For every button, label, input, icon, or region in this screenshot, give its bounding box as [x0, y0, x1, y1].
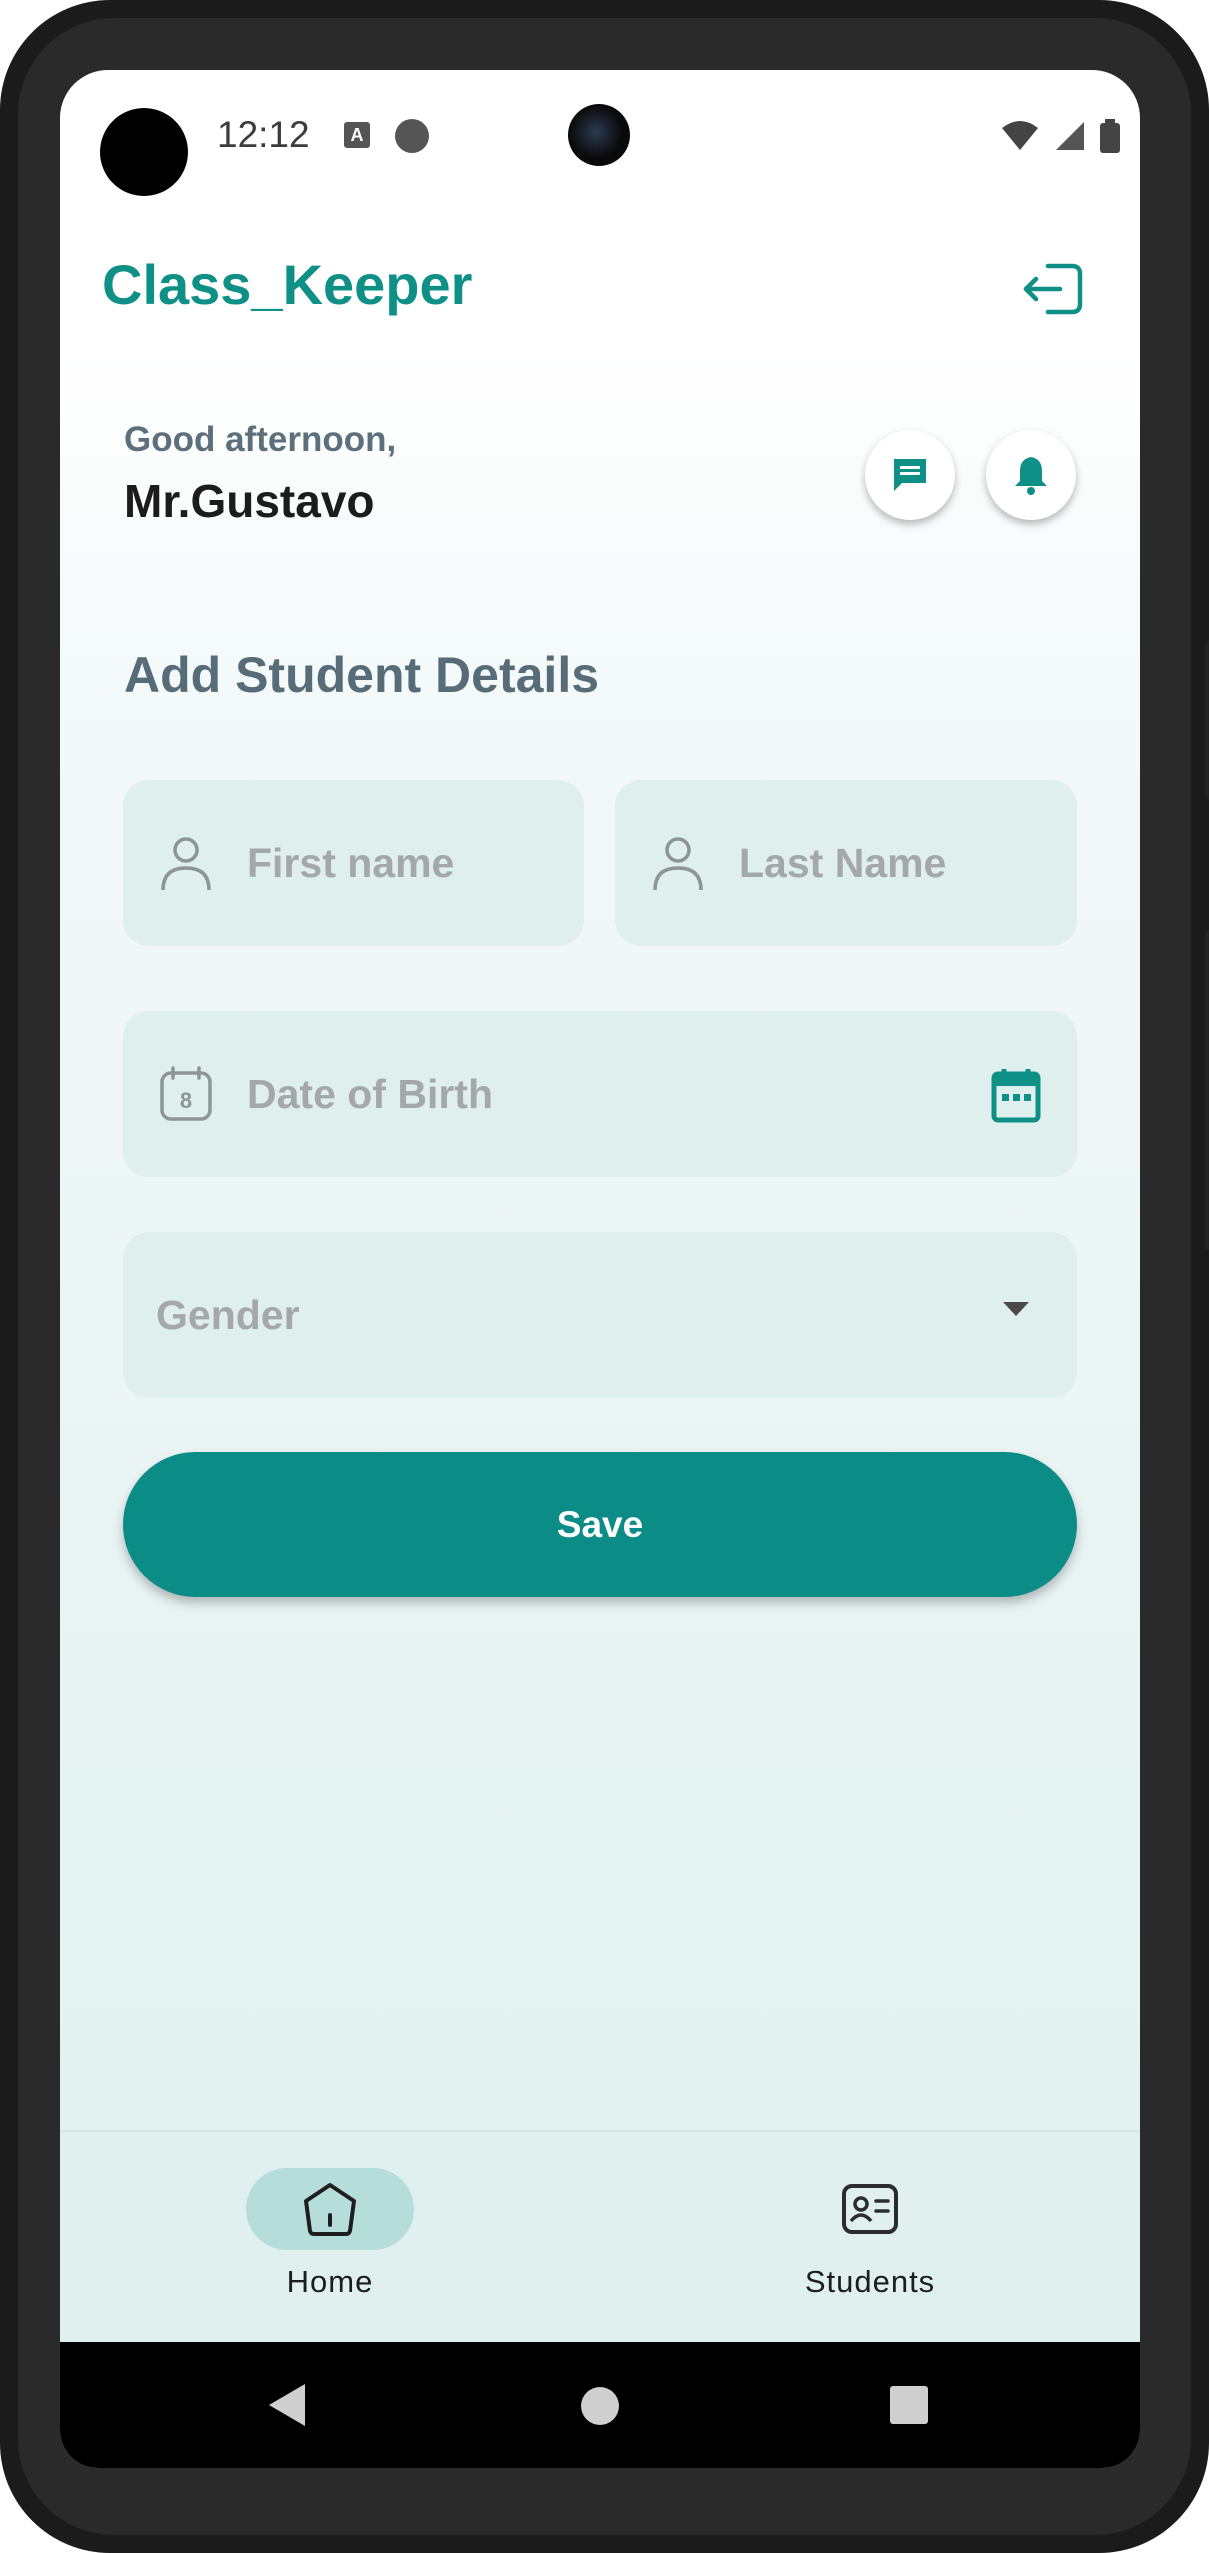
system-navigation-bar: [60, 2342, 1140, 2468]
signal-icon: [1056, 122, 1084, 150]
first-name-placeholder: First name: [247, 839, 455, 886]
date-of-birth-placeholder: Date of Birth: [247, 1070, 493, 1117]
home-icon: [304, 2183, 356, 2236]
wifi-icon: [1002, 121, 1038, 150]
nav-active-indicator: [246, 2168, 414, 2250]
calendar-picker-icon[interactable]: [991, 1067, 1041, 1128]
notification-a-icon: A: [344, 122, 370, 148]
logout-button[interactable]: [1020, 254, 1090, 324]
app-title: Class_Keeper: [102, 253, 473, 316]
status-time: 12:12: [217, 114, 310, 155]
bottom-navigation: Home Students: [60, 2130, 1140, 2344]
first-name-field[interactable]: First name: [123, 780, 584, 946]
greeting-salutation: Good afternoon,: [124, 420, 397, 459]
volume-button: [1205, 640, 1209, 800]
bell-icon: [1015, 457, 1047, 495]
recents-square-icon[interactable]: [890, 2386, 928, 2424]
home-circle-icon[interactable]: [580, 2386, 620, 2426]
battery-icon: [1100, 119, 1120, 153]
person-icon: [649, 834, 707, 892]
back-icon[interactable]: [265, 2382, 309, 2428]
calendar-icon: 8: [157, 1065, 215, 1123]
last-name-placeholder: Last Name: [739, 839, 947, 886]
notification-b-icon: [395, 119, 429, 153]
messages-button[interactable]: [865, 430, 955, 520]
logout-icon: [1023, 263, 1083, 315]
nav-inactive-indicator: [786, 2168, 954, 2250]
chat-icon: [894, 459, 926, 491]
status-dot: [100, 108, 188, 196]
date-of-birth-field[interactable]: 8 Date of Birth: [123, 1011, 1077, 1177]
form-title: Add Student Details: [124, 647, 600, 703]
nav-item-students[interactable]: Students: [745, 2168, 995, 2300]
status-bar: 12:12 A: [60, 70, 1140, 210]
person-icon: [157, 834, 215, 892]
id-card-icon: [842, 2184, 898, 2234]
power-button: [1205, 930, 1209, 1250]
status-right-icons: [1000, 118, 1120, 154]
nav-item-home[interactable]: Home: [205, 2168, 455, 2300]
dropdown-arrow-icon: [1001, 1300, 1031, 1323]
last-name-field[interactable]: Last Name: [615, 780, 1077, 946]
app-screen: 12:12 A Class_Keeper Good afternoon, Mr.…: [60, 70, 1140, 2468]
greeting-name: Mr.Gustavo: [124, 475, 375, 527]
nav-label-home: Home: [286, 2264, 374, 2299]
calendar-day-number: 8: [180, 1088, 192, 1113]
front-camera: [568, 104, 630, 166]
app-bar: Class_Keeper: [60, 210, 1140, 350]
gender-dropdown[interactable]: Gender: [123, 1232, 1077, 1398]
nav-label-students: Students: [804, 2264, 936, 2299]
gender-placeholder: Gender: [156, 1291, 300, 1338]
save-button[interactable]: Save: [123, 1452, 1077, 1597]
phone-frame: 12:12 A Class_Keeper Good afternoon, Mr.…: [0, 0, 1209, 2553]
notifications-button[interactable]: [986, 430, 1076, 520]
